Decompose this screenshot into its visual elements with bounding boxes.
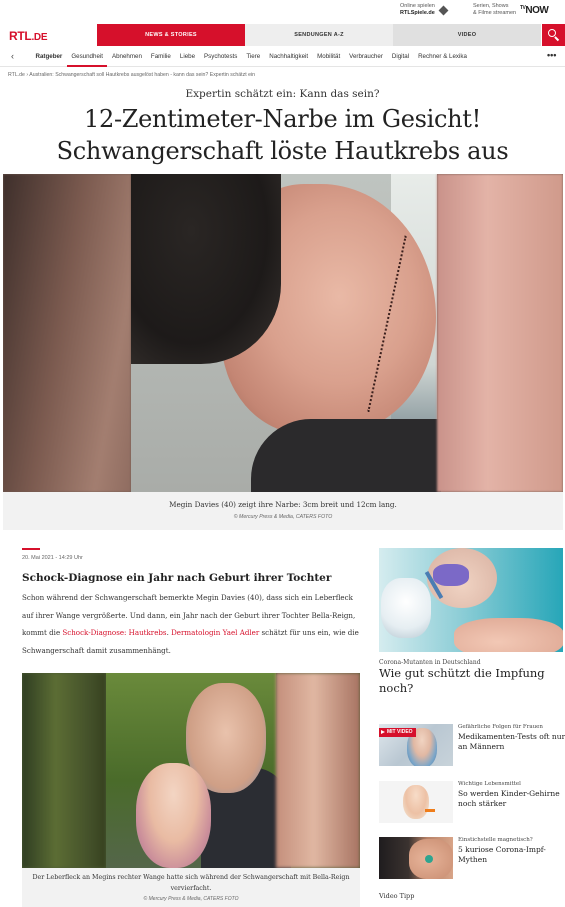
page-title: 12-Zentimeter-Narbe im Gesicht! Schwange… bbox=[0, 103, 565, 167]
hero-caption-text: Megin Davies (40) zeigt ihre Narbe: 3cm … bbox=[169, 500, 397, 509]
sidebar-thumbnail bbox=[379, 837, 453, 879]
sidebar-item[interactable]: Wichtige Lebensmittel So werden Kinder-G… bbox=[379, 781, 563, 825]
thumbnail-baby bbox=[403, 785, 429, 819]
rtl-spiele-icon[interactable] bbox=[438, 5, 449, 16]
sidebar-item[interactable]: Einstichstelle magnetisch? 5 kuriose Cor… bbox=[379, 837, 563, 881]
subnav-item-tiere[interactable]: Tiere bbox=[242, 47, 265, 67]
video-tipp-heading: Video Tipp bbox=[379, 892, 415, 900]
logo-rtl: RTL bbox=[9, 29, 32, 43]
tab-video[interactable]: VIDEO bbox=[393, 24, 541, 46]
article-body: Schon während der Schwangerschaft bemerk… bbox=[22, 589, 362, 659]
sub-navigation: ‹ Ratgeber Gesundheit Abnehmen Familie L… bbox=[0, 47, 565, 67]
article-image-caption-text: Der Leberfleck an Megins rechter Wange h… bbox=[32, 874, 350, 892]
subnav-item-rechner-lexika[interactable]: Rechner & Lexika bbox=[414, 47, 472, 67]
sidebar-thumbnail bbox=[379, 781, 453, 823]
photo-baby bbox=[136, 763, 211, 868]
subnav-item-mobilitaet[interactable]: Mobilität bbox=[313, 47, 345, 67]
subnav-item-familie[interactable]: Familie bbox=[146, 47, 175, 67]
rtl-logo[interactable]: RTL.DE bbox=[9, 29, 48, 43]
search-button[interactable] bbox=[542, 24, 565, 46]
utility-bar: Online spielen RTLSpiele.de Serien, Show… bbox=[0, 0, 565, 24]
thumbnail-plaster bbox=[425, 855, 433, 863]
hero-image[interactable] bbox=[3, 174, 563, 492]
article-image-credit: © Mercury Press & Media, CATERS FOTO bbox=[143, 896, 239, 902]
sidebar-item-kicker: Einstichstelle magnetisch? bbox=[458, 837, 533, 843]
streaming-promo-line2: & Filme streamen bbox=[473, 10, 517, 16]
sidebar-teaser-image[interactable] bbox=[379, 548, 563, 652]
online-games-label: Online spielen bbox=[400, 3, 435, 9]
accent-divider bbox=[22, 548, 40, 550]
sidebar-item-kicker: Wichtige Lebensmittel bbox=[458, 781, 521, 787]
article-image[interactable] bbox=[22, 673, 360, 868]
subnav-item-liebe[interactable]: Liebe bbox=[175, 47, 199, 67]
subnav-items: Ratgeber Gesundheit Abnehmen Familie Lie… bbox=[31, 47, 471, 67]
hero-shirt bbox=[251, 419, 441, 492]
video-badge-label: MIT VIDEO bbox=[387, 729, 413, 735]
subnav-item-nachhaltigkeit[interactable]: Nachhaltigkeit bbox=[265, 47, 313, 67]
hero-caption-credit: © Mercury Press & Media, CATERS FOTO bbox=[233, 514, 333, 520]
article-image-photo bbox=[106, 673, 291, 868]
hero-photo bbox=[131, 174, 441, 492]
teaser-mask bbox=[433, 564, 469, 586]
article-image-caption: Der Leberfleck an Megins rechter Wange h… bbox=[22, 868, 360, 907]
subnav-item-psychotests[interactable]: Psychotests bbox=[200, 47, 242, 67]
streaming-promo-link[interactable]: Serien, Shows & Filme streamen bbox=[473, 3, 516, 17]
hero-blur-left bbox=[3, 174, 131, 492]
subnav-item-digital[interactable]: Digital bbox=[387, 47, 413, 67]
sidebar-item-kicker: Gefährliche Folgen für Frauen bbox=[458, 724, 543, 730]
online-games-link[interactable]: Online spielen RTLSpiele.de bbox=[400, 3, 435, 17]
hero-hair bbox=[131, 174, 281, 364]
article-image-blur-left bbox=[22, 673, 106, 868]
sidebar-item-title[interactable]: 5 kuriose Corona-Impf-Mythen bbox=[458, 845, 565, 865]
teaser-glove bbox=[381, 578, 431, 638]
sidebar-teaser-kicker: Corona-Mutanten in Deutschland bbox=[379, 659, 481, 666]
subnav-item-abnehmen[interactable]: Abnehmen bbox=[107, 47, 146, 67]
sidebar-teaser-title[interactable]: Wie gut schützt die Impfung noch? bbox=[379, 666, 563, 696]
subnav-item-verbraucher[interactable]: Verbraucher bbox=[345, 47, 388, 67]
sidebar-item-title[interactable]: So werden Kinder-Gehirne noch stärker bbox=[458, 789, 565, 809]
main-navigation: RTL.DE NEWS & STORIES SENDUNGEN A-Z VIDE… bbox=[0, 24, 565, 46]
more-menu-icon[interactable]: ••• bbox=[547, 50, 556, 60]
tab-sendungen[interactable]: SENDUNGEN A-Z bbox=[245, 24, 393, 46]
play-icon bbox=[381, 729, 385, 734]
headline-line-1: 12-Zentimeter-Narbe im Gesicht! bbox=[84, 105, 481, 133]
hero-caption: Megin Davies (40) zeigt ihre Narbe: 3cm … bbox=[3, 492, 563, 530]
article-kicker: Expertin schätzt ein: Kann das sein? bbox=[185, 88, 380, 100]
tvnow-logo[interactable]: TVNOW bbox=[520, 5, 549, 16]
search-icon-handle bbox=[554, 36, 560, 42]
hero-blur-right bbox=[437, 174, 563, 492]
sidebar-item-title[interactable]: Medikamenten-Tests oft nur an Männern bbox=[458, 732, 565, 752]
article-image-blur-right bbox=[276, 673, 360, 868]
article-subtitle: Schock-Diagnose ein Jahr nach Geburt ihr… bbox=[22, 572, 332, 584]
video-badge: MIT VIDEO bbox=[379, 728, 416, 737]
thumbnail-carrot bbox=[425, 809, 435, 812]
logo-de: .DE bbox=[31, 32, 48, 43]
streaming-promo-line1: Serien, Shows bbox=[473, 3, 509, 9]
link-schock-diagnose[interactable]: Schock-Diagnose: Hautkrebs bbox=[62, 628, 166, 637]
sidebar-item[interactable]: MIT VIDEO Gefährliche Folgen für Frauen … bbox=[379, 724, 565, 768]
tab-news-stories[interactable]: NEWS & STORIES bbox=[97, 24, 245, 46]
tvnow-name: NOW bbox=[525, 5, 549, 16]
article-date: 20. Mai 2021 - 14:29 Uhr bbox=[22, 555, 83, 561]
teaser-arm bbox=[454, 618, 563, 652]
online-games-site: RTLSpiele.de bbox=[400, 10, 435, 16]
sidebar-thumbnail: MIT VIDEO bbox=[379, 724, 453, 766]
subnav-back-icon[interactable]: ‹ bbox=[11, 51, 14, 61]
headline-line-2: Schwangerschaft löste Hautkrebs aus bbox=[56, 137, 509, 165]
subnav-item-gesundheit[interactable]: Gesundheit bbox=[66, 47, 108, 67]
link-dermatologin[interactable]: Dermatologin Yael Adler bbox=[171, 628, 259, 637]
subnav-item-ratgeber[interactable]: Ratgeber bbox=[31, 47, 67, 67]
breadcrumb[interactable]: RTL.de › Australien: Schwangerschaft sol… bbox=[8, 72, 255, 78]
